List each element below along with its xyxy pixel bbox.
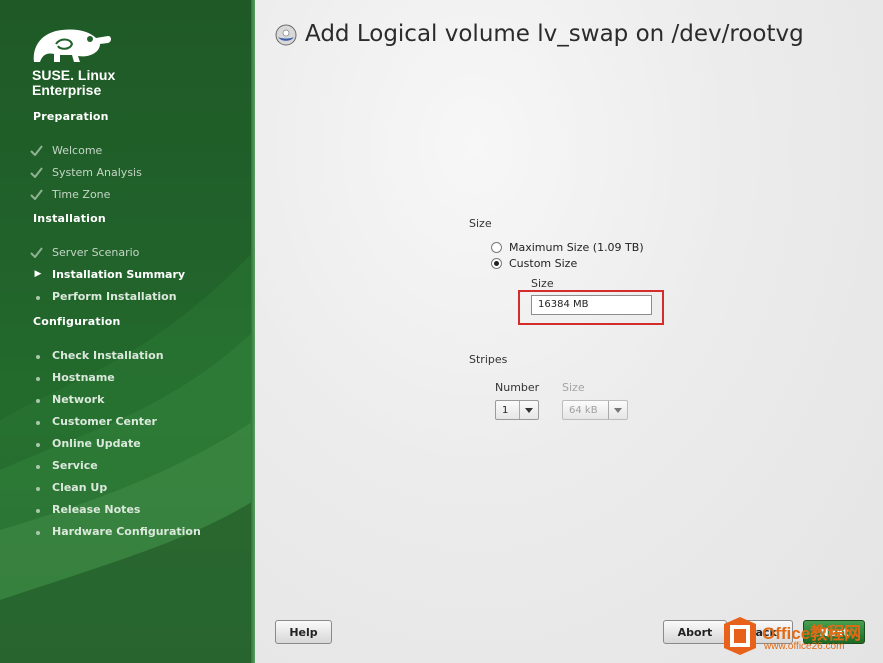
step-label: Service [52, 458, 98, 472]
bullet-icon [30, 525, 46, 538]
help-button[interactable]: Help [275, 620, 332, 644]
custom-size-label: Custom Size [509, 257, 578, 270]
stripes-group-label: Stripes [469, 353, 508, 366]
office-logo-icon [724, 617, 756, 655]
bullet-icon [30, 437, 46, 450]
suse-chameleon-logo [30, 22, 114, 70]
office26-watermark: Office教程网 www.office26.com [718, 613, 883, 663]
bullet-icon [30, 393, 46, 406]
step-server-scenario: Server Scenario [30, 244, 139, 260]
step-label: System Analysis [52, 165, 142, 179]
step-label: Hostname [52, 370, 115, 384]
step-label: Time Zone [52, 187, 111, 201]
step-release-notes: Release Notes [30, 501, 140, 517]
step-label: Release Notes [52, 502, 141, 516]
check-icon [30, 188, 46, 200]
sidebar-background-wave [0, 250, 255, 663]
maximum-size-label: Maximum Size (1.09 TB) [509, 241, 644, 254]
maximum-size-radio[interactable]: Maximum Size (1.09 TB) [491, 241, 644, 254]
stripe-size-value: 64 kB [569, 404, 598, 416]
step-label: Perform Installation [52, 289, 177, 303]
stripes-number-value: 1 [502, 404, 509, 416]
current-step-arrow-icon: ▶ [34, 269, 42, 279]
custom-size-radio[interactable]: Custom Size [491, 257, 577, 270]
watermark-url: www.office26.com [764, 641, 845, 652]
check-icon [30, 246, 46, 258]
bullet-icon [30, 503, 46, 516]
step-label: Welcome [52, 143, 103, 157]
step-label: Network [52, 392, 105, 406]
bullet-icon [30, 290, 46, 303]
step-label: Hardware Configuration [52, 524, 201, 538]
step-check-installation: Check Installation [30, 347, 164, 363]
brand-name: SUSE. Linux Enterprise [32, 68, 115, 98]
radio-indicator[interactable] [491, 242, 502, 253]
stripe-size-select: 64 kB [562, 400, 628, 420]
step-system-analysis: System Analysis [30, 164, 142, 180]
step-label: Customer Center [52, 414, 157, 428]
step-label: Online Update [52, 436, 141, 450]
step-network: Network [30, 391, 104, 407]
bullet-icon [30, 481, 46, 494]
brand-line-2: Enterprise [32, 82, 102, 98]
bullet-icon [30, 459, 46, 472]
bullet-icon [30, 371, 46, 384]
step-customer-center: Customer Center [30, 413, 157, 429]
number-label: Number [495, 381, 540, 394]
bullet-icon [30, 349, 46, 362]
step-online-update: Online Update [30, 435, 141, 451]
step-label: Clean Up [52, 480, 108, 494]
stripe-size-label: Size [562, 381, 585, 394]
step-clean-up: Clean Up [30, 479, 107, 495]
step-welcome: Welcome [30, 142, 102, 158]
step-service: Service [30, 457, 98, 473]
radio-indicator[interactable] [491, 258, 502, 269]
step-perform-installation: Perform Installation [30, 288, 177, 304]
check-icon [30, 166, 46, 178]
size-field-label: Size [531, 277, 554, 290]
section-configuration: Configuration [33, 315, 121, 328]
stripes-number-select[interactable]: 1 [495, 400, 539, 420]
size-input[interactable]: 16384 MB [531, 295, 652, 315]
section-preparation: Preparation [33, 110, 109, 123]
bullet-icon [30, 415, 46, 428]
installer-sidebar: SUSE. Linux Enterprise Preparation Welco… [0, 0, 255, 663]
step-label: Server Scenario [52, 245, 140, 259]
section-installation: Installation [33, 212, 106, 225]
main-panel: Add Logical volume lv_swap on /dev/rootv… [255, 0, 883, 663]
chevron-down-icon [608, 401, 627, 419]
step-hostname: Hostname [30, 369, 115, 385]
step-installation-summary: ▶ Installation Summary [30, 266, 186, 282]
step-hardware-configuration: Hardware Configuration [30, 523, 201, 539]
chevron-down-icon[interactable] [519, 401, 538, 419]
step-label: Check Installation [52, 348, 164, 362]
brand-line-1: SUSE. Linux [32, 67, 116, 83]
size-group-label: Size [469, 217, 492, 230]
check-icon [30, 144, 46, 156]
step-label: Installation Summary [52, 267, 186, 281]
page-title: Add Logical volume lv_swap on /dev/rootv… [305, 21, 804, 47]
disk-icon [275, 24, 297, 50]
step-time-zone: Time Zone [30, 186, 110, 202]
